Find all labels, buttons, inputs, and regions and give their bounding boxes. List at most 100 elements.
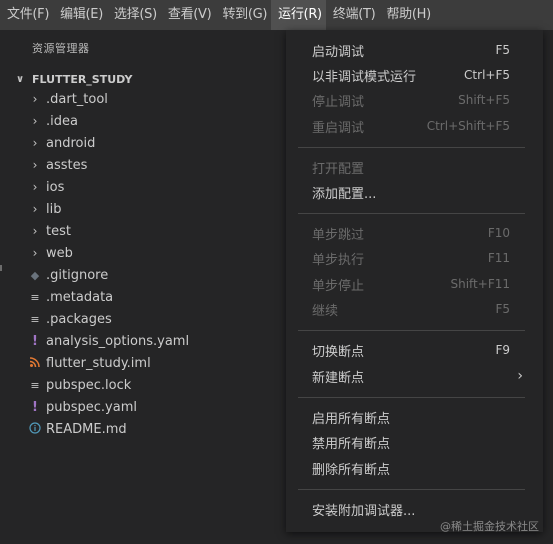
tree-item-lib[interactable]: › lib (0, 198, 300, 220)
tree-item-label: asstes (46, 157, 88, 173)
menu-item-start-debugging[interactable]: 启动调试 F5 (286, 37, 543, 63)
chevron-right-icon: › (32, 224, 38, 238)
tree-item-packages[interactable]: ≡ .packages (0, 308, 300, 330)
menu-item-open-config[interactable]: 打开配置 (286, 154, 543, 180)
tree-item-label: .gitignore (46, 267, 109, 283)
shortcut-label: F11 (487, 251, 510, 265)
root-folder-label: FLUTTER_STUDY (32, 72, 133, 86)
tree-item-pubspec-lock[interactable]: ≡ pubspec.lock (0, 374, 300, 396)
tree-item-label: ios (46, 179, 65, 195)
tree-item-android[interactable]: › android (0, 132, 300, 154)
shortcut-label: Shift+F11 (450, 277, 510, 291)
menu-item-add-config[interactable]: 添加配置... (286, 179, 543, 205)
tree-item-idea[interactable]: › .idea (0, 110, 300, 132)
menu-separator (298, 489, 525, 490)
menu-item-label: 禁用所有断点 (312, 436, 391, 452)
lines-icon: ≡ (30, 378, 40, 392)
menu-item-label: 单步执行 (312, 252, 365, 268)
tree-item-ios[interactable]: › ios (0, 176, 300, 198)
git-diamond-icon: ◆ (30, 268, 40, 282)
menu-separator (298, 213, 525, 214)
tree-item-asstes[interactable]: › asstes (0, 154, 300, 176)
lines-icon: ≡ (30, 290, 40, 304)
menu-terminal[interactable]: 终端(T) (326, 0, 380, 30)
tree-item-label: lib (46, 201, 62, 217)
menu-item-label: 新建断点 (312, 370, 365, 386)
tree-item-label: android (46, 135, 96, 151)
menu-item-label: 打开配置 (312, 161, 365, 177)
menu-item-step-out[interactable]: 单步停止 Shift+F11 (286, 271, 543, 297)
tree-item-label: .dart_tool (46, 91, 108, 107)
menu-item-step-into[interactable]: 单步执行 F11 (286, 245, 543, 271)
run-menu-dropdown: 启动调试 F5 以非调试模式运行 Ctrl+F5 停止调试 Shift+F5 重… (286, 30, 543, 532)
tree-item-dart-tool[interactable]: › .dart_tool (0, 88, 300, 110)
menu-item-continue[interactable]: 继续 F5 (286, 296, 543, 322)
chevron-right-icon: › (32, 202, 38, 216)
chevron-right-icon: › (32, 246, 38, 260)
exclamation-icon: ! (32, 333, 38, 349)
tree-item-analysis-options[interactable]: ! analysis_options.yaml (0, 330, 300, 352)
rss-icon (28, 356, 42, 370)
tree-item-label: .metadata (46, 289, 114, 305)
menu-item-enable-all-breakpoints[interactable]: 启用所有断点 (286, 404, 543, 430)
menu-view[interactable]: 查看(V) (161, 0, 216, 30)
menu-item-restart-debugging[interactable]: 重启调试 Ctrl+Shift+F5 (286, 113, 543, 139)
menu-edit[interactable]: 编辑(E) (53, 0, 107, 30)
explorer-panel: 资源管理器 ∨ FLUTTER_STUDY › .dart_tool › .idea… (0, 30, 300, 544)
tree-item-label: .idea (46, 113, 78, 129)
tree-item-label: pubspec.lock (46, 377, 132, 393)
menu-item-step-over[interactable]: 单步跳过 F10 (286, 220, 543, 246)
scroll-marker (0, 265, 2, 271)
chevron-right-icon: › (32, 136, 38, 150)
chevron-right-icon: › (32, 158, 38, 172)
chevron-right-icon: › (32, 114, 38, 128)
menu-item-new-breakpoint[interactable]: 新建断点 › (286, 363, 543, 389)
tree-item-readme[interactable]: README.md (0, 418, 300, 440)
tree-item-label: test (46, 223, 71, 239)
menu-item-label: 启动调试 (312, 44, 365, 60)
menu-item-label: 添加配置... (312, 186, 377, 202)
menu-item-stop-debugging[interactable]: 停止调试 Shift+F5 (286, 87, 543, 113)
chevron-down-icon: ∨ (16, 73, 25, 85)
menu-item-label: 启用所有断点 (312, 411, 391, 427)
tree-item-label: analysis_options.yaml (46, 333, 190, 349)
menu-item-run-without-debugging[interactable]: 以非调试模式运行 Ctrl+F5 (286, 62, 543, 88)
tree-item-label: flutter_study.iml (46, 355, 151, 371)
menu-item-label: 安装附加调试器... (312, 503, 416, 519)
menu-help[interactable]: 帮助(H) (379, 0, 434, 30)
tree-item-label: web (46, 245, 73, 261)
shortcut-label: F10 (487, 226, 510, 240)
tree-item-pubspec-yaml[interactable]: ! pubspec.yaml (0, 396, 300, 418)
menu-run[interactable]: 运行(R) (271, 0, 326, 30)
tree-item-web[interactable]: › web (0, 242, 300, 264)
menu-item-remove-all-breakpoints[interactable]: 删除所有断点 (286, 455, 543, 481)
menu-item-label: 以非调试模式运行 (312, 69, 417, 85)
shortcut-label: F9 (495, 343, 510, 357)
menu-item-disable-all-breakpoints[interactable]: 禁用所有断点 (286, 429, 543, 455)
menu-separator (298, 147, 525, 148)
tree-item-iml[interactable]: flutter_study.iml (0, 352, 300, 374)
chevron-right-icon: › (32, 180, 38, 194)
menu-separator (298, 330, 525, 331)
shortcut-label: Ctrl+Shift+F5 (426, 119, 510, 133)
chevron-right-icon: › (517, 368, 523, 384)
explorer-root-folder[interactable]: ∨ FLUTTER_STUDY (0, 68, 300, 90)
exclamation-icon: ! (32, 399, 38, 415)
menu-item-label: 重启调试 (312, 120, 365, 136)
menu-item-label: 继续 (312, 303, 339, 319)
menu-go[interactable]: 转到(G) (215, 0, 271, 30)
menu-item-label: 删除所有断点 (312, 462, 391, 478)
menu-item-label: 单步跳过 (312, 227, 365, 243)
tree-item-label: pubspec.yaml (46, 399, 137, 415)
lines-icon: ≡ (30, 312, 40, 326)
menu-selection[interactable]: 选择(S) (107, 0, 161, 30)
menu-item-toggle-breakpoint[interactable]: 切换断点 F9 (286, 337, 543, 363)
shortcut-label: F5 (495, 302, 510, 316)
menu-item-label: 停止调试 (312, 94, 365, 110)
tree-item-metadata[interactable]: ≡ .metadata (0, 286, 300, 308)
tree-item-test[interactable]: › test (0, 220, 300, 242)
tree-item-gitignore[interactable]: ◆ .gitignore (0, 264, 300, 286)
menu-bar: 文件(F) 编辑(E) 选择(S) 查看(V) 转到(G) 运行(R) 终端(T… (0, 0, 553, 30)
tree-item-label: .packages (46, 311, 112, 327)
menu-file[interactable]: 文件(F) (0, 0, 53, 30)
